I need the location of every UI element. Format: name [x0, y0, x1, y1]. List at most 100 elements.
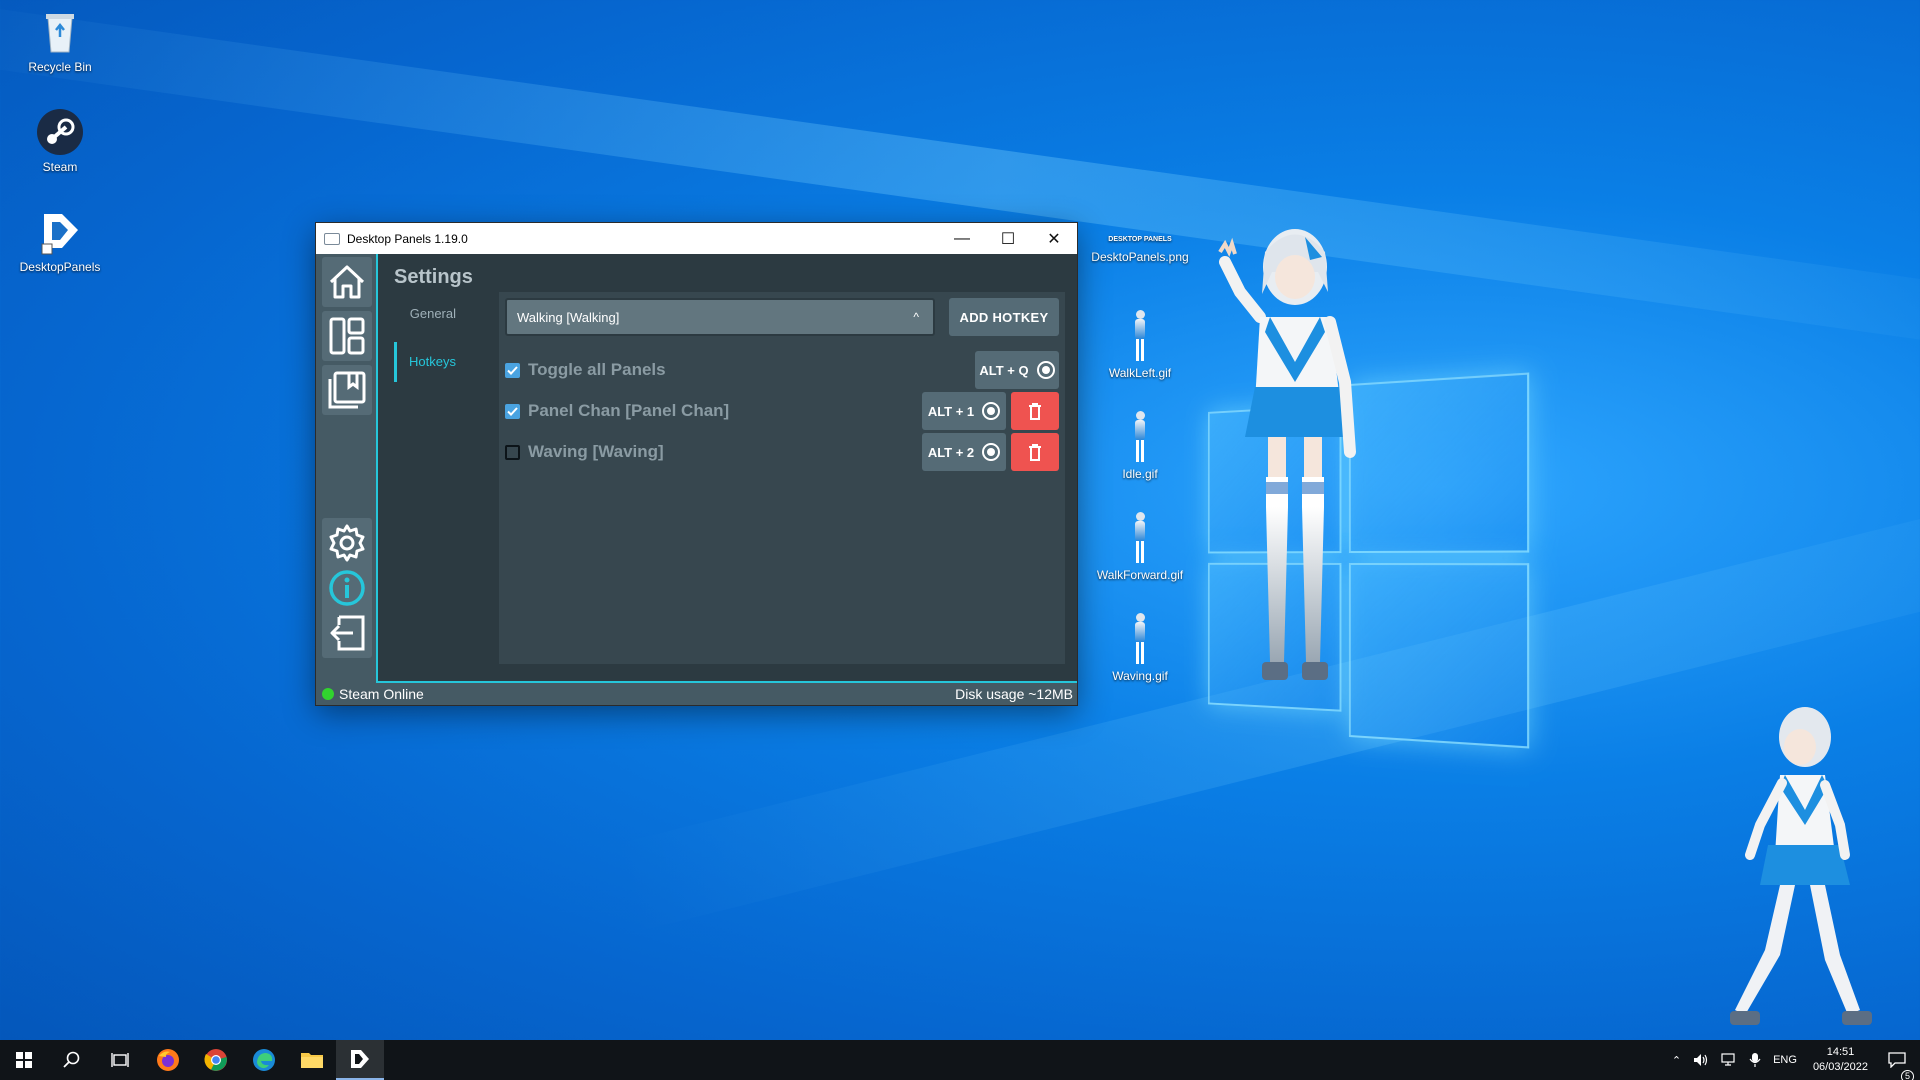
- sidebar-exit-button[interactable]: [322, 608, 372, 658]
- notification-count-badge: 5: [1901, 1070, 1914, 1080]
- record-icon: [982, 443, 1000, 461]
- network-icon[interactable]: [1715, 1053, 1743, 1067]
- status-bar: Steam Online Disk usage ~12MB: [316, 683, 1077, 705]
- delete-hotkey-button[interactable]: [1011, 392, 1059, 430]
- input-language[interactable]: ENG: [1767, 1054, 1803, 1066]
- record-icon: [1037, 361, 1055, 379]
- delete-hotkey-button[interactable]: [1011, 433, 1059, 471]
- desktop-file-walkleft[interactable]: WalkLeft.gif: [1090, 310, 1190, 380]
- add-hotkey-button[interactable]: ADD HOTKEY: [949, 298, 1059, 336]
- search-icon: [63, 1051, 81, 1069]
- settings-main: Settings General Hotkeys Walking [Walkin…: [378, 254, 1077, 683]
- gif-thumbnail-icon: [1128, 613, 1152, 665]
- task-view-icon: [111, 1052, 129, 1068]
- search-button[interactable]: [48, 1040, 96, 1080]
- sidebar-settings-button[interactable]: [322, 518, 372, 568]
- online-status-dot: [322, 688, 334, 700]
- app-icon: [324, 233, 340, 245]
- desktop-file-waving[interactable]: Waving.gif: [1090, 613, 1190, 683]
- taskbar-firefox[interactable]: [144, 1040, 192, 1080]
- taskbar-file-explorer[interactable]: [288, 1040, 336, 1080]
- notification-center-button[interactable]: 5: [1878, 1052, 1920, 1068]
- edge-icon: [252, 1048, 276, 1072]
- animation-select[interactable]: Walking [Walking] ^: [505, 298, 935, 336]
- hotkeys-panel: Walking [Walking] ^ ADD HOTKEY Toggle al…: [499, 292, 1065, 664]
- clock-date: 06/03/2022: [1813, 1061, 1868, 1073]
- desktop-file-idle[interactable]: Idle.gif: [1090, 411, 1190, 481]
- home-icon: [328, 264, 366, 300]
- desktop-panel-character-waving[interactable]: [1200, 222, 1380, 697]
- hotkey-combo: ALT + Q: [979, 363, 1028, 378]
- bookmark-library-icon: [327, 370, 367, 410]
- tray-overflow-chevron-up-icon[interactable]: ⌃: [1666, 1054, 1687, 1067]
- desktop-icon-steam[interactable]: Steam: [10, 108, 110, 174]
- subnav-hotkeys[interactable]: Hotkeys: [394, 342, 474, 382]
- close-button[interactable]: ✕: [1031, 223, 1077, 254]
- app-window: Desktop Panels 1.19.0 — ☐ ✕: [316, 223, 1077, 705]
- folder-icon: [300, 1050, 324, 1070]
- clock-time: 14:51: [1827, 1046, 1855, 1058]
- chevron-up-icon: ^: [913, 310, 919, 324]
- volume-icon[interactable]: [1687, 1053, 1715, 1067]
- task-view-button[interactable]: [96, 1040, 144, 1080]
- start-button[interactable]: [0, 1040, 48, 1080]
- animation-select-value: Walking [Walking]: [517, 310, 619, 325]
- gif-thumbnail-icon: [1128, 310, 1152, 362]
- steam-status: Steam Online: [322, 686, 424, 702]
- sidebar-info-button[interactable]: [322, 563, 372, 613]
- microphone-icon[interactable]: [1743, 1052, 1767, 1068]
- firefox-icon: [156, 1048, 180, 1072]
- desktop-file-walkforward[interactable]: WalkForward.gif: [1090, 512, 1190, 582]
- sidebar-library-button[interactable]: [322, 365, 372, 415]
- hotkey-checkbox[interactable]: [505, 363, 520, 378]
- windows-start-icon: [16, 1052, 32, 1068]
- exit-icon: [327, 613, 367, 653]
- thumbnail-text: DESKTOP PANELS: [1090, 236, 1190, 244]
- minimize-button[interactable]: —: [939, 223, 985, 254]
- hotkey-label: Panel Chan [Panel Chan]: [528, 401, 922, 421]
- record-icon: [982, 402, 1000, 420]
- gif-thumbnail-icon: [1128, 411, 1152, 463]
- desktop-icon-desktoppanels[interactable]: DesktopPanels: [10, 208, 110, 274]
- hotkey-label: Waving [Waving]: [528, 442, 922, 462]
- desktop-panel-character-walking[interactable]: [1710, 705, 1900, 1045]
- notification-icon: [1888, 1052, 1906, 1068]
- settings-subnav: General Hotkeys: [394, 302, 474, 382]
- trash-icon: [1028, 402, 1042, 420]
- desktop-file-png[interactable]: DESKTOP PANELS DesktoPanels.png: [1090, 236, 1190, 264]
- title-bar[interactable]: Desktop Panels 1.19.0 — ☐ ✕: [316, 223, 1077, 254]
- subnav-general[interactable]: General: [394, 302, 474, 342]
- hotkey-binding-button[interactable]: ALT + 1: [922, 392, 1006, 430]
- taskbar: ⌃ ENG 14:51 06/03/2022 5: [0, 1040, 1920, 1080]
- taskbar-chrome[interactable]: [192, 1040, 240, 1080]
- desktop-icon-recycle-bin[interactable]: Recycle Bin: [10, 8, 110, 74]
- hotkey-row: Toggle all Panels ALT + Q: [505, 350, 1059, 390]
- disk-usage: Disk usage ~12MB: [955, 686, 1073, 702]
- desktoppanels-logo-icon: [36, 208, 84, 256]
- hotkey-label: Toggle all Panels: [528, 360, 975, 380]
- hotkey-row: Waving [Waving] ALT + 2: [505, 432, 1059, 472]
- taskbar-desktoppanels[interactable]: [336, 1040, 384, 1080]
- gif-thumbnail-icon: [1128, 512, 1152, 564]
- hotkey-binding-button[interactable]: ALT + Q: [975, 351, 1059, 389]
- gear-icon: [327, 523, 367, 563]
- system-tray: ⌃ ENG 14:51 06/03/2022 5: [1666, 1040, 1920, 1080]
- clock[interactable]: 14:51 06/03/2022: [1803, 1045, 1878, 1075]
- hotkey-combo: ALT + 1: [928, 404, 974, 419]
- hotkey-binding-button[interactable]: ALT + 2: [922, 433, 1006, 471]
- page-title: Settings: [394, 266, 473, 289]
- steam-icon: [36, 108, 84, 156]
- hotkey-checkbox[interactable]: [505, 404, 520, 419]
- maximize-button[interactable]: ☐: [985, 223, 1031, 254]
- hotkey-checkbox[interactable]: [505, 445, 520, 460]
- chrome-icon: [204, 1048, 228, 1072]
- sidebar-home-button[interactable]: [322, 257, 372, 307]
- sidebar-panels-button[interactable]: [322, 311, 372, 361]
- trash-icon: [1028, 443, 1042, 461]
- taskbar-edge[interactable]: [240, 1040, 288, 1080]
- info-icon: [327, 568, 367, 608]
- layout-icon: [329, 317, 365, 355]
- window-title: Desktop Panels 1.19.0: [347, 232, 939, 246]
- hotkey-combo: ALT + 2: [928, 445, 974, 460]
- recycle-bin-icon: [36, 8, 84, 56]
